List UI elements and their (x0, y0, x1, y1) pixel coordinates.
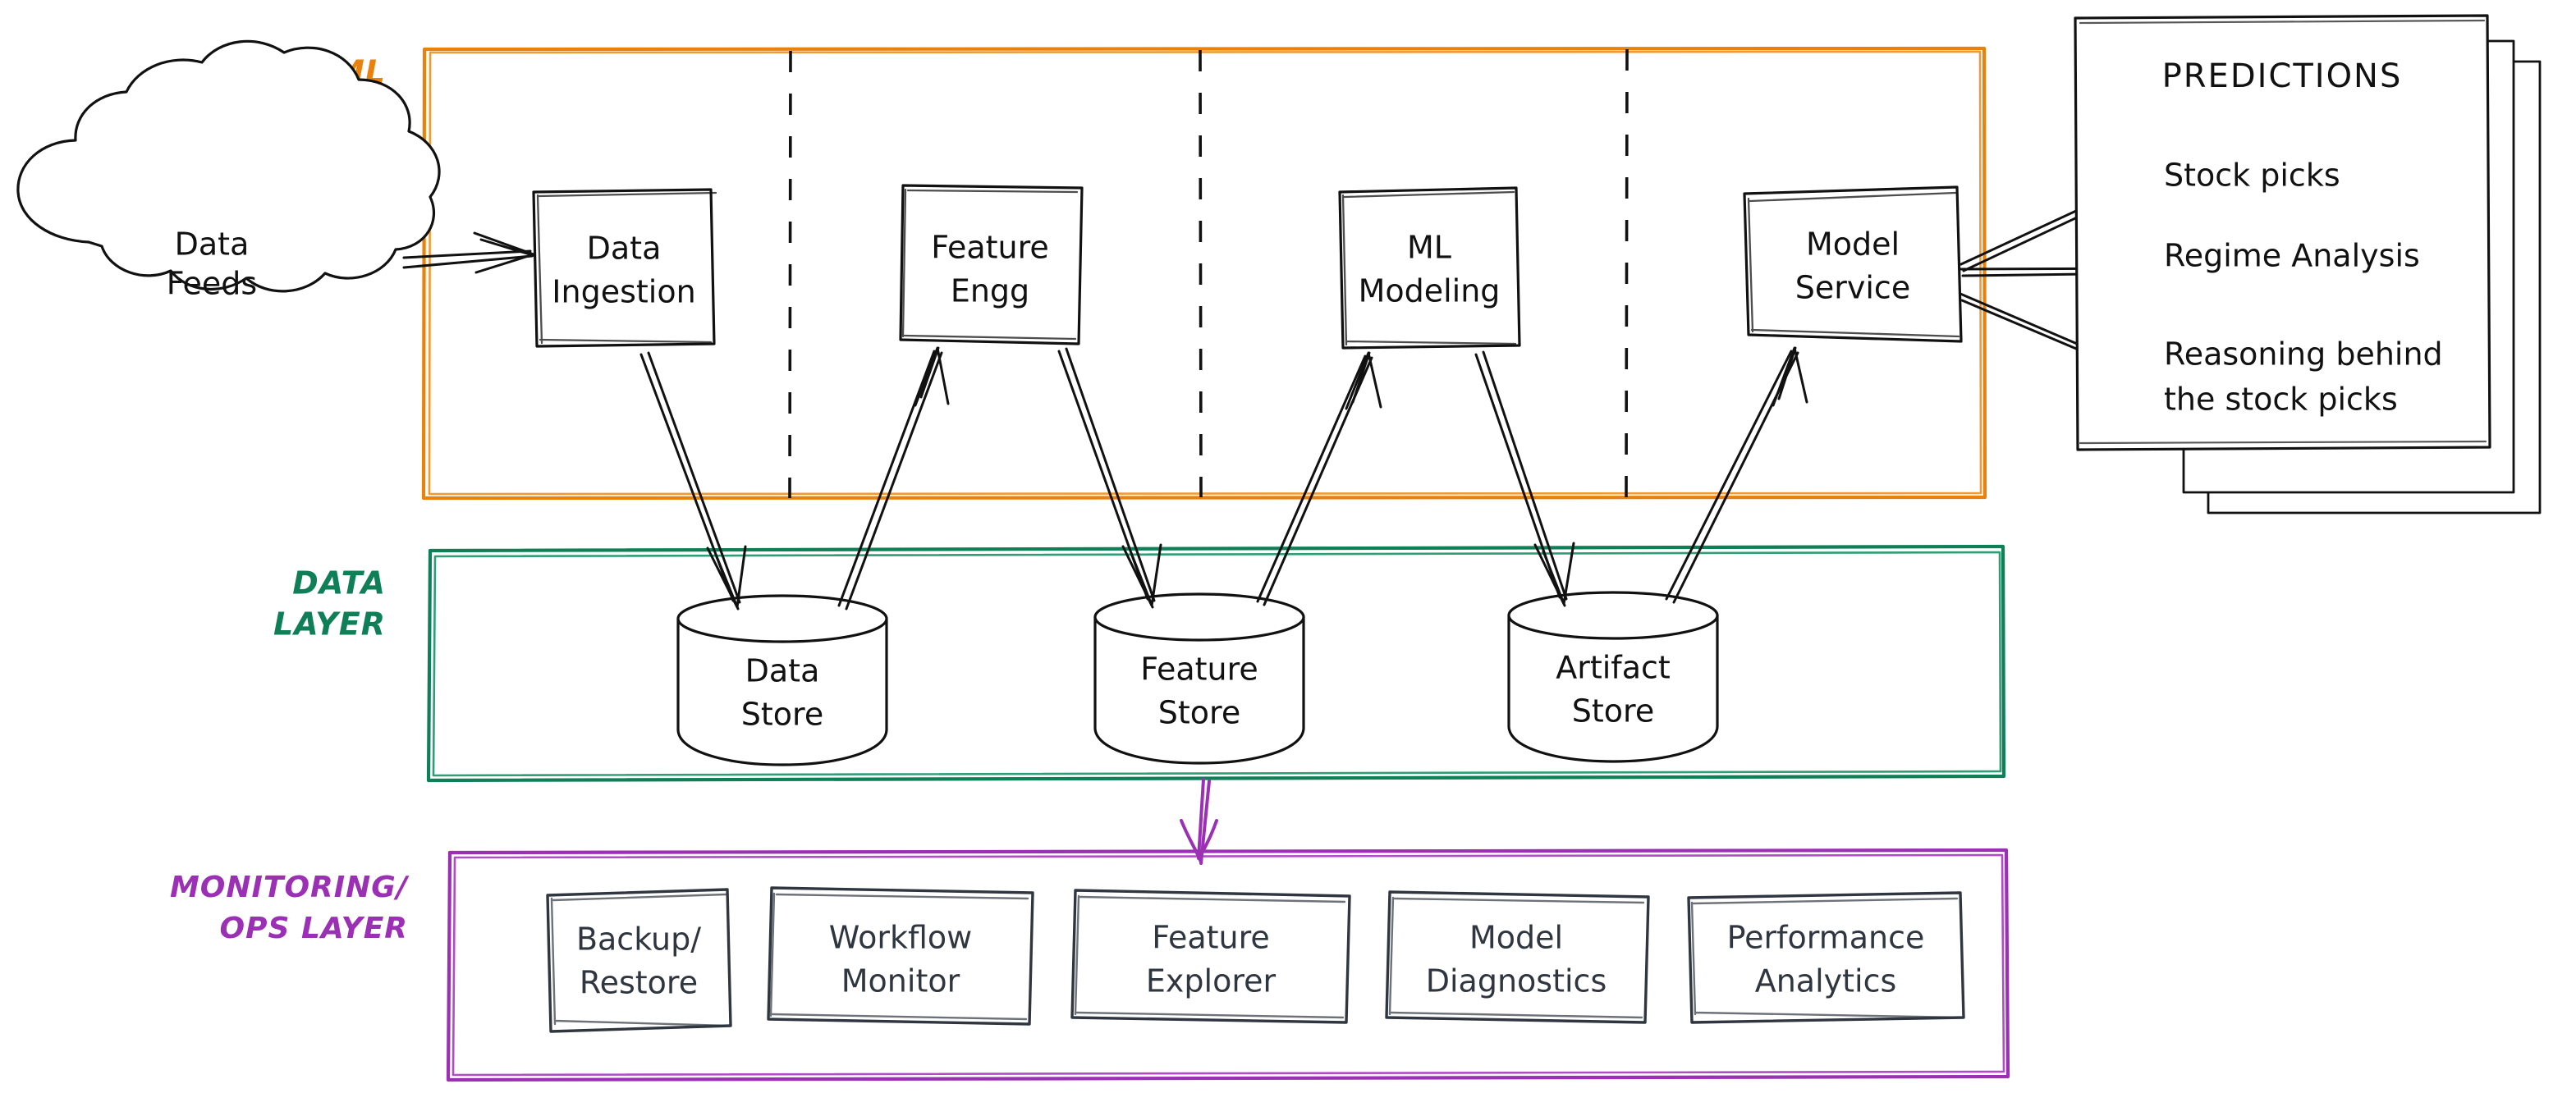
backup-restore-label-line1: Backup/ (576, 922, 701, 958)
node-feature-store[interactable]: Feature Store (1093, 592, 1305, 765)
node-model-service[interactable]: Model Service (1743, 185, 1963, 343)
prediction-item-stock-picks: Stock picks (2164, 158, 2340, 194)
node-data-ingestion[interactable]: Data Ingestion (532, 188, 717, 348)
workflow-monitor-label-line1: Workflow (829, 920, 973, 956)
performance-analytics-label-line2: Analytics (1755, 963, 1897, 999)
model-service-label-line2: Service (1795, 270, 1910, 306)
node-artifact-store[interactable]: Artifact Store (1507, 591, 1719, 763)
ml-modeling-label-line1: ML (1407, 230, 1451, 266)
data-ingestion-box (532, 188, 716, 348)
feature-store-label-line1: Feature (1140, 652, 1258, 688)
node-feature-engg[interactable]: Feature Engg (899, 184, 1084, 345)
data-store-top (676, 594, 888, 643)
arrow-ml-modeling-to-artifact-store (1474, 350, 1575, 607)
ops-layer-label-line2: OPS LAYER (220, 912, 409, 945)
feature-explorer-label-line1: Feature (1152, 920, 1270, 956)
diagram-canvas: ML LAYER DATA LAYER MONITORING/ OPS LAYE… (0, 0, 2576, 1093)
feature-store-top (1093, 592, 1305, 642)
feature-engg-label-line1: Feature (931, 230, 1049, 266)
model-service-box (1743, 185, 1963, 343)
backup-restore-label-line2: Restore (580, 965, 698, 1001)
model-service-label-line1: Model (1806, 226, 1900, 263)
prediction-item-reasoning-line1: Reasoning behind (2164, 336, 2443, 373)
node-backup-restore[interactable]: Backup/ Restore (546, 888, 732, 1033)
divider-1 (788, 50, 792, 499)
feature-store-label-line2: Store (1158, 695, 1240, 731)
feature-engg-label-line2: Engg (951, 273, 1029, 309)
data-ingestion-label-line1: Data (587, 231, 662, 267)
arrow-feature-engg-to-feature-store (1057, 347, 1162, 609)
node-model-diagnostics[interactable]: Model Diagnostics (1385, 890, 1650, 1024)
predictions-panel[interactable]: PREDICTIONS Stock picks Regime Analysis … (2074, 14, 2542, 514)
data-layer-label-line2: LAYER (273, 606, 386, 643)
artifact-store-label-line1: Artifact (1556, 650, 1671, 686)
ml-layer-group: ML LAYER (273, 46, 1987, 501)
data-layer-label-line1: DATA (292, 565, 386, 601)
artifact-store-label-line2: Store (1572, 693, 1654, 729)
backup-restore-box (546, 888, 732, 1033)
divider-2 (1199, 49, 1203, 498)
model-diagnostics-label-line1: Model (1469, 920, 1563, 956)
architecture-diagram: ML LAYER DATA LAYER MONITORING/ OPS LAYE… (16, 14, 2542, 1082)
performance-analytics-label-line1: Performance (1727, 920, 1925, 956)
arrow-feature-store-to-ml-modeling (1256, 351, 1382, 606)
workflow-monitor-box (767, 886, 1034, 1026)
node-performance-analytics[interactable]: Performance Analytics (1687, 891, 1965, 1024)
node-feature-explorer[interactable]: Feature Explorer (1070, 889, 1351, 1024)
prediction-item-reasoning-line2: the stock picks (2164, 382, 2398, 418)
node-ml-modeling[interactable]: ML Modeling (1338, 186, 1521, 350)
artifact-store-top (1507, 591, 1719, 640)
feature-explorer-label-line2: Explorer (1146, 963, 1277, 999)
data-ingestion-label-line2: Ingestion (552, 274, 695, 310)
arrow-data-store-to-feature-engg (837, 346, 950, 611)
data-store-label-line2: Store (741, 697, 823, 733)
model-diagnostics-box (1385, 890, 1650, 1024)
arrow-artifact-store-to-model-service (1665, 346, 1808, 604)
node-data-store[interactable]: Data Store (676, 594, 888, 766)
divider-3 (1625, 48, 1629, 498)
model-diagnostics-label-line2: Diagnostics (1426, 963, 1607, 999)
arrow-ingestion-to-data-store (639, 351, 747, 611)
cloud-label-line2: Feeds (167, 266, 257, 302)
prediction-item-regime-analysis: Regime Analysis (2164, 238, 2420, 274)
performance-analytics-box (1687, 891, 1965, 1024)
ml-modeling-box (1338, 186, 1521, 350)
data-store-label-line1: Data (745, 653, 820, 689)
predictions-title: PREDICTIONS (2162, 57, 2403, 95)
feature-explorer-box (1070, 889, 1351, 1024)
ops-layer-label-line1: MONITORING/ (170, 871, 410, 904)
ml-modeling-label-line2: Modeling (1359, 273, 1501, 309)
node-workflow-monitor[interactable]: Workflow Monitor (767, 886, 1034, 1026)
workflow-monitor-label-line2: Monitor (841, 963, 960, 999)
cloud-label-line1: Data (175, 226, 250, 263)
